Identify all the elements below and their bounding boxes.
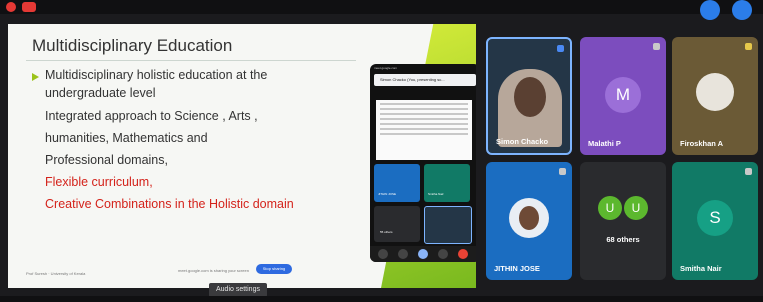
- phone-tile: [374, 164, 420, 202]
- title-divider: [26, 60, 356, 61]
- chat-button[interactable]: [732, 0, 752, 20]
- slide-line: humanities, Mathematics and: [45, 131, 208, 145]
- more-icon: [438, 249, 448, 259]
- avatar: U: [598, 196, 622, 220]
- slide-line: undergraduate level: [45, 86, 156, 100]
- record-indicator-icon: [22, 2, 36, 12]
- phone-controls: [370, 246, 476, 262]
- avatar: M: [605, 77, 641, 113]
- record-indicator-icon: [6, 2, 16, 12]
- people-button[interactable]: [700, 0, 720, 20]
- sharing-notice: meet.google.com is sharing your screen: [178, 268, 249, 273]
- participant-tile[interactable]: Simon Chacko: [486, 37, 572, 155]
- phone-tile-name: Smitha Nair: [428, 192, 444, 196]
- slide-line: Professional domains,: [45, 153, 168, 167]
- participant-name: Malathi P: [588, 139, 621, 148]
- end-call-icon: [458, 249, 468, 259]
- slide-line: Integrated approach to Science , Arts ,: [45, 109, 258, 123]
- phone-url: meet.google.com: [374, 66, 398, 70]
- bottom-toolbar: [0, 296, 763, 302]
- avatar: [696, 73, 734, 111]
- participant-face: [514, 77, 546, 117]
- participant-tile[interactable]: Firoskhan A: [672, 37, 758, 155]
- slide-line-highlight: Flexible curriculum,: [45, 175, 153, 189]
- phone-tile: [374, 206, 420, 242]
- participant-name: Firoskhan A: [680, 139, 724, 148]
- avatar: S: [697, 200, 733, 236]
- participant-tile[interactable]: S Smitha Nair: [672, 162, 758, 280]
- avatar: U: [624, 196, 648, 220]
- phone-tile-name: JITHIN JOSE: [378, 192, 397, 196]
- participant-name: JITHIN JOSE: [494, 264, 540, 273]
- slide-title: Multidisciplinary Education: [32, 36, 233, 55]
- present-icon: [418, 249, 428, 259]
- phone-tile-name: 55 others: [380, 230, 393, 234]
- speaking-indicator-icon: [557, 45, 564, 52]
- mic-off-icon: [653, 43, 660, 50]
- phone-mini-slide: [376, 100, 472, 160]
- phone-sharing-banner: Simon Chacko (You, presenting sc...: [374, 74, 476, 86]
- phone-tile: [424, 206, 472, 244]
- participant-tile[interactable]: JITHIN JOSE: [486, 162, 572, 280]
- avatar-photo: [519, 206, 539, 230]
- others-count: 68 others: [606, 235, 640, 244]
- phone-screen-preview: meet.google.com Simon Chacko (You, prese…: [370, 64, 476, 262]
- mic-off-icon: [745, 43, 752, 50]
- mic-off-icon: [745, 168, 752, 175]
- others-tile[interactable]: U U 68 others: [580, 162, 666, 280]
- bullet-arrow-icon: [32, 73, 39, 81]
- mic-icon: [378, 249, 388, 259]
- shared-slide: Multidisciplinary Education Multidiscipl…: [8, 24, 476, 288]
- top-bar: [0, 0, 763, 20]
- participant-name: Smitha Nair: [680, 264, 722, 273]
- phone-tile: [424, 164, 470, 202]
- slide-line-highlight: Creative Combinations in the Holistic do…: [45, 197, 294, 211]
- stop-sharing-button[interactable]: Stop sharing: [256, 264, 292, 274]
- camera-icon: [398, 249, 408, 259]
- audio-settings-tooltip: Audio settings: [209, 283, 267, 297]
- participant-name: Simon Chacko: [496, 137, 549, 146]
- participant-tile[interactable]: M Malathi P: [580, 37, 666, 155]
- slide-line: Multidisciplinary holistic education at …: [45, 68, 268, 82]
- mic-off-icon: [559, 168, 566, 175]
- slide-footer: Prof Suresh · University of Kerala: [26, 271, 86, 276]
